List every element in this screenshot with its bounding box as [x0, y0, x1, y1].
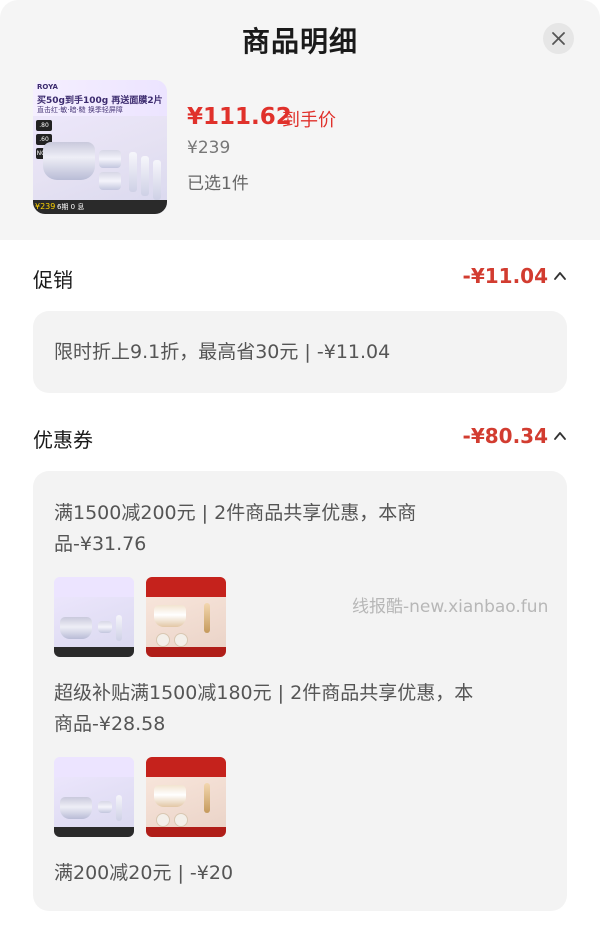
mini-footer — [146, 827, 226, 837]
badge: .80 — [36, 120, 52, 131]
tube-image — [204, 783, 210, 813]
close-button[interactable] — [543, 23, 574, 54]
thumbnail-foot-text: 6期 0 息 — [57, 203, 85, 211]
watermark-text: 线报酷-new.xianbao.fun — [352, 597, 549, 617]
mini-footer — [54, 827, 134, 837]
cream-jar-image — [154, 605, 186, 627]
tube-image — [116, 795, 122, 821]
product-card: ROYA 买50g到手100g 再送面膜2片 直击红·敏·暗·糙 换季轻屏障 .… — [0, 80, 600, 240]
page-title: 商品明细 — [241, 25, 358, 58]
tube-image — [129, 152, 137, 192]
promotion-title: 促销 — [33, 268, 73, 292]
coupon-item-line: 满200减20元 | -¥20 — [54, 862, 234, 884]
coupon-item-line: 超级补贴满1500减180元 | 2件商品共享优惠，本 — [54, 682, 474, 704]
tube-image — [153, 160, 161, 200]
sample-image — [174, 813, 188, 827]
thumbnail-price: ¥239 — [35, 202, 56, 211]
product-thumbnail[interactable]: ROYA 买50g到手100g 再送面膜2片 直击红·敏·暗·糙 换季轻屏障 .… — [33, 80, 167, 214]
tube-image — [204, 603, 210, 633]
mini-banner — [146, 757, 226, 777]
tube-image — [116, 615, 122, 641]
selected-count: 已选1件 — [187, 174, 249, 194]
coupon-item-line: 满1500减200元 | 2件商品共享优惠，本商 — [54, 502, 417, 524]
tube-image — [141, 156, 149, 196]
chevron-up-icon[interactable] — [553, 429, 567, 443]
detail-sheet: 商品明细 ROYA 买50g到手100g 再送面膜2片 直击红·敏·暗·糙 换季… — [0, 0, 600, 927]
cream-jar-image — [60, 797, 92, 819]
sample-image — [156, 813, 170, 827]
thumbnail-banner: ROYA 买50g到手100g 再送面膜2片 直击红·敏·暗·糙 换季轻屏障 — [33, 80, 167, 116]
sample-image — [156, 633, 170, 647]
coupon-item-text: 超级补贴满1500减180元 | 2件商品共享优惠，本 商品-¥28.58 — [54, 678, 473, 740]
mini-banner — [54, 757, 134, 777]
cream-jar-image — [43, 142, 95, 180]
mini-banner — [146, 577, 226, 597]
coupon-amount: -¥80.34 — [462, 424, 548, 448]
sample-jar-image — [99, 172, 121, 190]
chevron-up-icon[interactable] — [553, 269, 567, 283]
promotion-detail: 限时折上9.1折，最高省30元 | -¥11.04 — [54, 341, 391, 363]
coupon-item-text: 满200减20元 | -¥20 — [54, 858, 233, 889]
thumbnail-brand: ROYA — [37, 83, 58, 91]
product-mini-thumb[interactable] — [54, 577, 134, 657]
sample-jar-image — [98, 621, 112, 633]
sample-image — [174, 633, 188, 647]
promotion-amount: -¥11.04 — [462, 264, 548, 288]
coupon-item-line: 商品-¥28.58 — [54, 713, 166, 735]
sheet-header: 商品明细 — [0, 0, 600, 80]
product-mini-thumb[interactable] — [54, 757, 134, 837]
promotion-detail-box: 限时折上9.1折，最高省30元 | -¥11.04 — [33, 311, 567, 393]
mini-footer — [54, 647, 134, 657]
product-mini-thumb[interactable] — [146, 757, 226, 837]
coupon-item-text: 满1500减200元 | 2件商品共享优惠，本商 品-¥31.76 — [54, 498, 416, 560]
mini-banner — [54, 577, 134, 597]
coupon-item-line: 品-¥31.76 — [54, 533, 147, 555]
thumbnail-footer: ¥239 6期 0 息 — [33, 200, 167, 214]
coupon-title: 优惠券 — [33, 428, 93, 452]
sample-jar-image — [99, 150, 121, 168]
coupon-detail-box: 满1500减200元 | 2件商品共享优惠，本商 品-¥31.76 超级补贴满1… — [33, 471, 567, 911]
original-price: ¥239 — [187, 138, 231, 158]
close-icon — [552, 32, 565, 45]
product-mini-thumb[interactable] — [146, 577, 226, 657]
cream-jar-image — [60, 617, 92, 639]
final-price: ¥111.62 — [187, 104, 292, 130]
sample-jar-image — [98, 801, 112, 813]
thumbnail-subline: 直击红·敏·暗·糙 换季轻屏障 — [37, 106, 123, 114]
cream-jar-image — [154, 785, 186, 807]
mini-footer — [146, 647, 226, 657]
final-price-label: 到手价 — [282, 110, 336, 131]
